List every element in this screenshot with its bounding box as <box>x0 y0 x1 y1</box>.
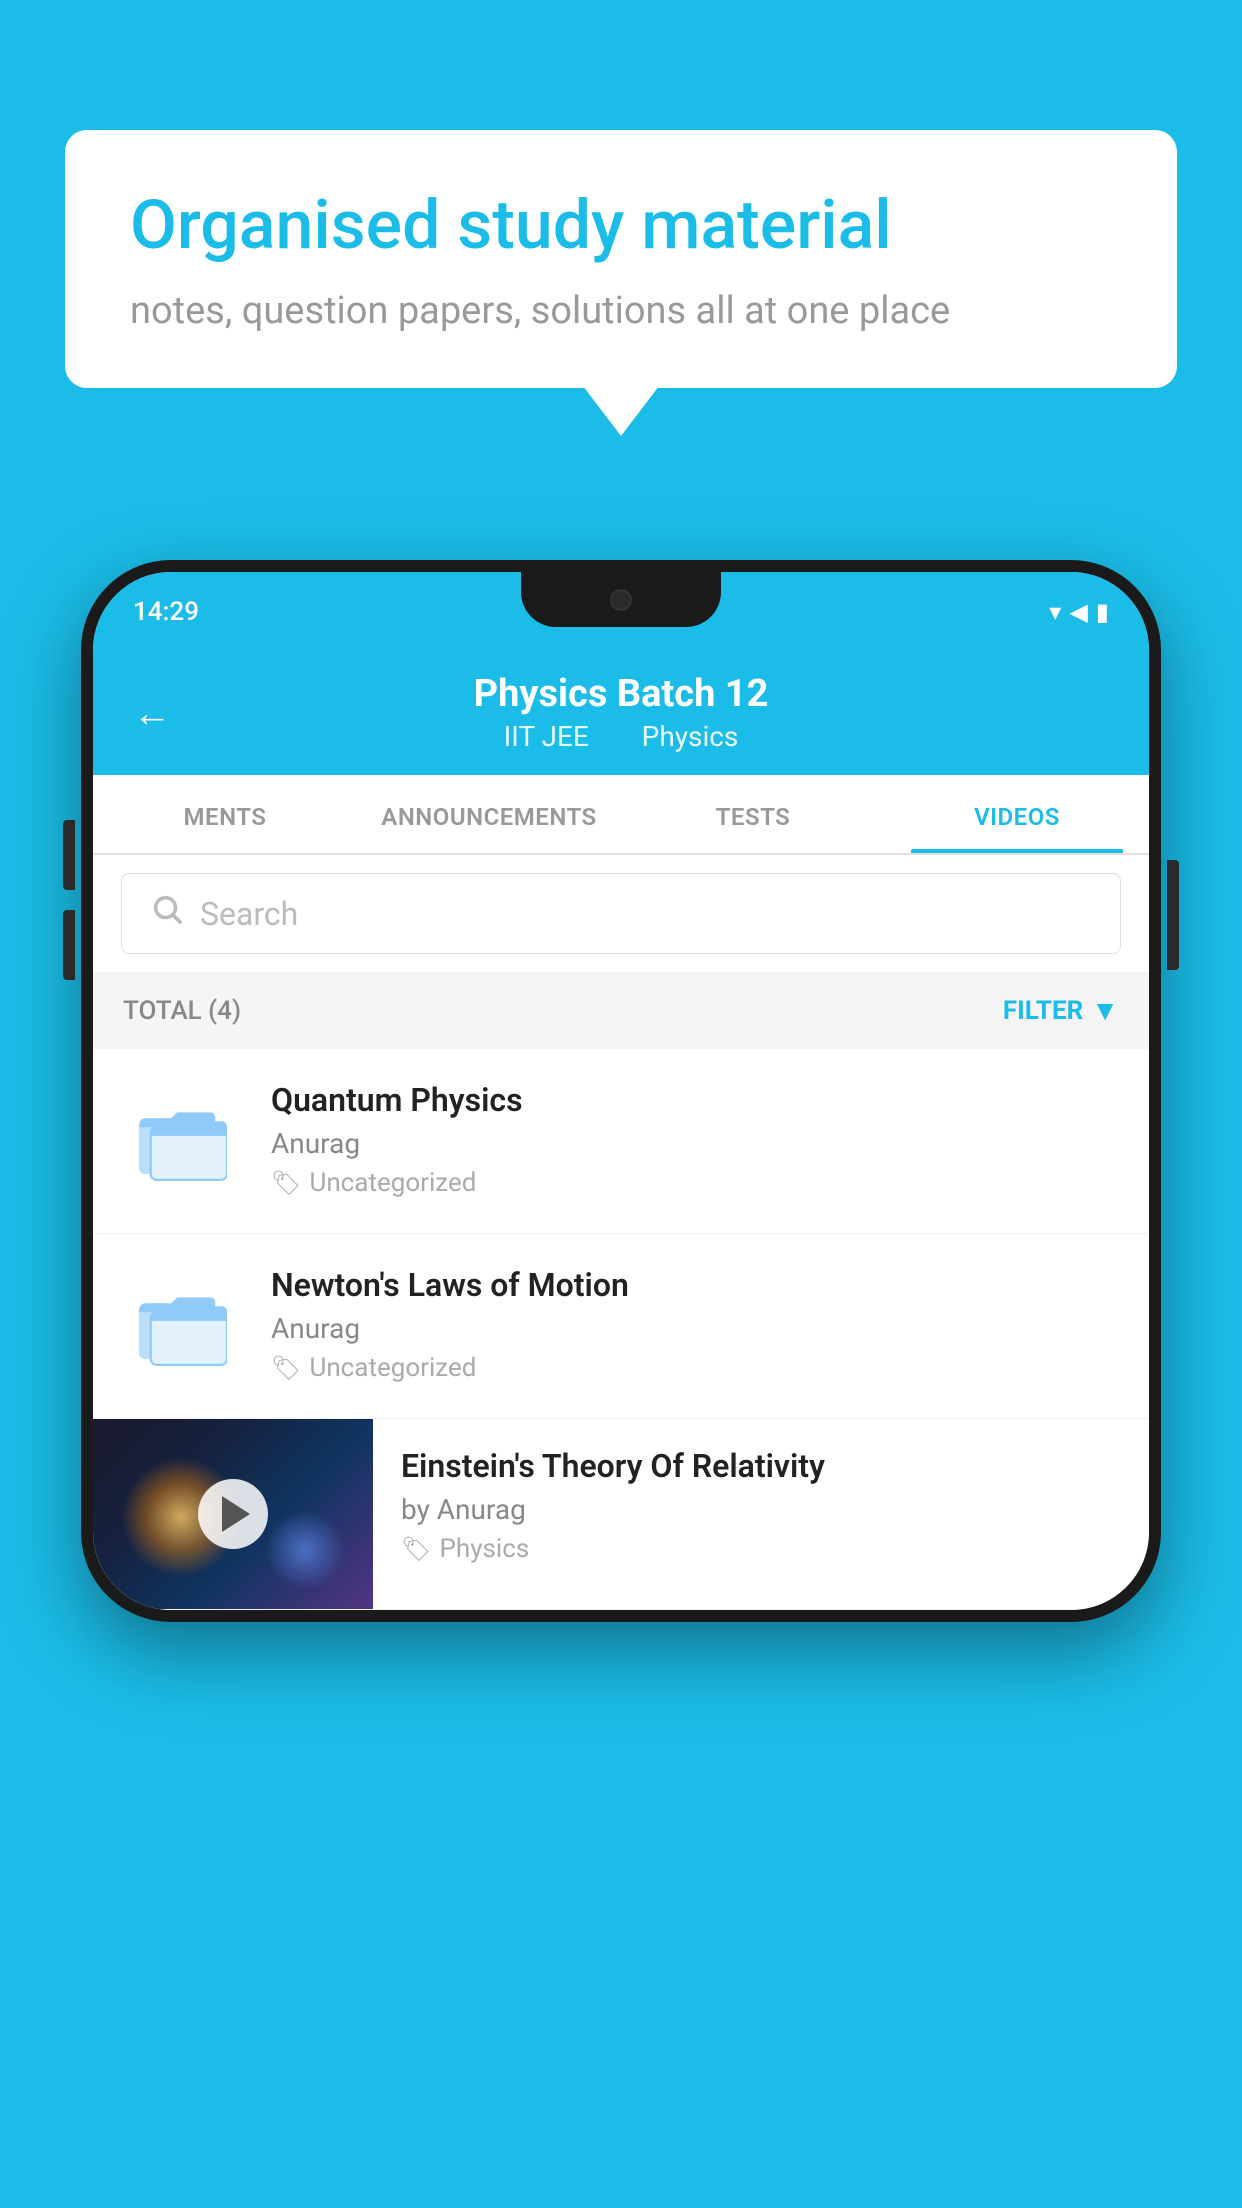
batch-category: IIT JEE <box>504 720 589 753</box>
battery-icon: ▮ <box>1096 598 1109 626</box>
phone-notch <box>521 572 721 627</box>
volume-down-button <box>63 910 75 980</box>
video-item-3[interactable]: Einstein's Theory Of Relativity by Anura… <box>93 1419 1149 1610</box>
play-triangle-icon <box>222 1496 250 1532</box>
tag-icon-2: 🏷 <box>271 1354 301 1382</box>
video-tag-label-2: Uncategorized <box>309 1353 476 1383</box>
video-info-3: Einstein's Theory Of Relativity by Anura… <box>373 1419 1149 1592</box>
video-tag-label-1: Uncategorized <box>309 1168 476 1198</box>
filter-funnel-icon: ▼ <box>1091 994 1119 1027</box>
speech-bubble-title: Organised study material <box>130 185 1112 267</box>
video-tag-label-3: Physics <box>439 1534 529 1564</box>
video-title-3: Einstein's Theory Of Relativity <box>401 1447 1121 1485</box>
volume-up-button <box>63 820 75 890</box>
tab-tests[interactable]: TESTS <box>621 775 885 853</box>
speech-bubble-subtitle: notes, question papers, solutions all at… <box>130 289 1112 333</box>
front-camera <box>610 589 632 611</box>
search-icon <box>150 892 184 935</box>
tab-videos[interactable]: VIDEOS <box>885 775 1149 853</box>
tab-announcements[interactable]: ANNOUNCEMENTS <box>357 775 621 853</box>
speech-bubble: Organised study material notes, question… <box>65 130 1177 388</box>
batch-subtitle: IIT JEE Physics <box>133 720 1109 753</box>
tag-icon-1: 🏷 <box>271 1169 301 1197</box>
tab-ments[interactable]: MENTS <box>93 775 357 853</box>
video-title-1: Quantum Physics <box>271 1081 1119 1119</box>
video-tag-2: 🏷 Uncategorized <box>271 1353 1119 1383</box>
video-author-3: by Anurag <box>401 1493 1121 1526</box>
video-list: Quantum Physics Anurag 🏷 Uncategorized <box>93 1049 1149 1610</box>
status-icons: ▾ ◀ ▮ <box>1049 598 1109 626</box>
speech-bubble-container: Organised study material notes, question… <box>65 130 1177 388</box>
wifi-icon: ▾ <box>1049 598 1061 626</box>
video-item-1[interactable]: Quantum Physics Anurag 🏷 Uncategorized <box>93 1049 1149 1234</box>
tag-icon-3: 🏷 <box>401 1535 431 1563</box>
phone-mockup: 14:29 ▾ ◀ ▮ ← Physics Batch 12 IIT JEE P… <box>81 560 1161 1622</box>
video-info-2: Newton's Laws of Motion Anurag 🏷 Uncateg… <box>271 1266 1119 1383</box>
filter-label: FILTER <box>1003 996 1083 1026</box>
play-button-3[interactable] <box>198 1479 268 1549</box>
phone-outer: 14:29 ▾ ◀ ▮ ← Physics Batch 12 IIT JEE P… <box>81 560 1161 1622</box>
status-time: 14:29 <box>133 597 199 627</box>
video-author-1: Anurag <box>271 1127 1119 1160</box>
search-bar[interactable]: Search <box>121 873 1121 954</box>
folder-icon-1 <box>123 1081 243 1201</box>
video-tag-3: 🏷 Physics <box>401 1534 1121 1564</box>
batch-subject-sep <box>612 720 626 753</box>
app-header: ← Physics Batch 12 IIT JEE Physics <box>93 652 1149 775</box>
folder-icon-2 <box>123 1266 243 1386</box>
video-thumbnail-3 <box>93 1419 373 1609</box>
batch-subject: Physics <box>642 720 739 753</box>
power-button <box>1167 860 1179 970</box>
status-bar: 14:29 ▾ ◀ ▮ <box>93 572 1149 652</box>
search-bar-container: Search <box>93 855 1149 972</box>
phone-screen: 14:29 ▾ ◀ ▮ ← Physics Batch 12 IIT JEE P… <box>93 572 1149 1610</box>
filter-bar: TOTAL (4) FILTER ▼ <box>93 972 1149 1049</box>
total-count: TOTAL (4) <box>123 996 241 1026</box>
video-title-2: Newton's Laws of Motion <box>271 1266 1119 1304</box>
signal-icon: ◀ <box>1069 598 1087 626</box>
batch-title: Physics Batch 12 <box>133 672 1109 716</box>
video-item-2[interactable]: Newton's Laws of Motion Anurag 🏷 Uncateg… <box>93 1234 1149 1419</box>
back-button[interactable]: ← <box>133 692 171 736</box>
video-info-1: Quantum Physics Anurag 🏷 Uncategorized <box>271 1081 1119 1198</box>
video-tag-1: 🏷 Uncategorized <box>271 1168 1119 1198</box>
tabs-bar: MENTS ANNOUNCEMENTS TESTS VIDEOS <box>93 775 1149 855</box>
video-author-2: Anurag <box>271 1312 1119 1345</box>
filter-button[interactable]: FILTER ▼ <box>1003 994 1119 1027</box>
search-input[interactable]: Search <box>200 895 298 933</box>
